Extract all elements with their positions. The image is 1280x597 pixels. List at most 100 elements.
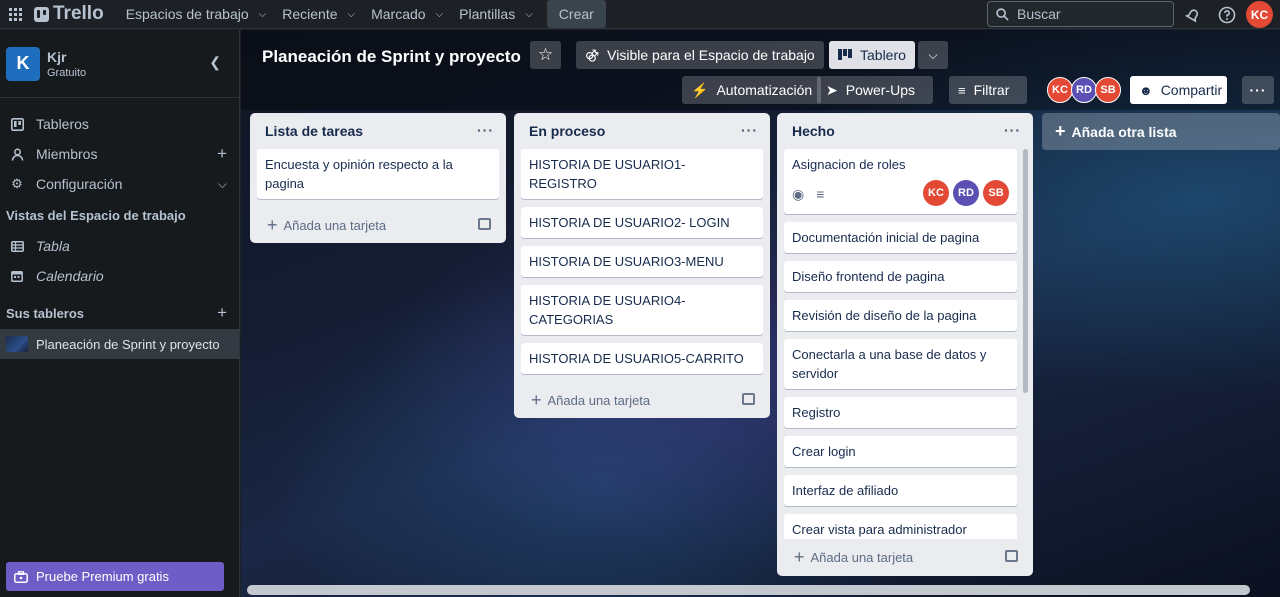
collapse-sidebar-icon[interactable]: ❮ bbox=[209, 54, 221, 71]
card-template-icon[interactable] bbox=[742, 393, 755, 405]
card-template-icon[interactable] bbox=[1005, 550, 1018, 562]
share-label: Compartir bbox=[1160, 82, 1223, 98]
add-card-button[interactable]: + Añada una tarjeta bbox=[250, 207, 506, 243]
card[interactable]: Conectarla a una base de datos y servido… bbox=[784, 339, 1017, 389]
card[interactable]: HISTORIA DE USUARIO2- LOGIN bbox=[521, 207, 763, 238]
sidebar: K Kjr Gratuito ❮ Tableros Miembros + ⚙ C… bbox=[0, 30, 240, 597]
board-title[interactable]: Planeación de Sprint y proyecto bbox=[262, 47, 521, 67]
visibility-button[interactable]: ⚣ Visible para el Espacio de trabajo bbox=[576, 41, 824, 69]
card[interactable]: Documentación inicial de pagina bbox=[784, 222, 1017, 253]
filter-icon: ≡ bbox=[958, 82, 966, 98]
menu-recent[interactable]: Reciente ⌵ bbox=[274, 0, 363, 29]
member-avatar[interactable]: KC bbox=[1047, 77, 1073, 103]
card[interactable]: Asignacion de roles ◉ ≡ KC RD SB bbox=[784, 149, 1017, 214]
powerups-label: Power-Ups bbox=[845, 82, 915, 98]
filter-label: Filtrar bbox=[973, 82, 1010, 98]
list-title[interactable]: Hecho bbox=[792, 123, 835, 139]
card[interactable]: HISTORIA DE USUARIO5-CARRITO bbox=[521, 343, 763, 374]
card[interactable]: Revisión de diseño de la pagina bbox=[784, 300, 1017, 331]
list-done: Hecho ··· Asignacion de roles ◉ ≡ KC RD … bbox=[777, 113, 1033, 576]
search-icon bbox=[996, 7, 1009, 21]
more-icon: ··· bbox=[1249, 82, 1267, 98]
card-title: Asignacion de roles bbox=[792, 157, 906, 172]
member-avatar[interactable]: SB bbox=[1095, 77, 1121, 103]
card[interactable]: HISTORIA DE USUARIO3-MENU bbox=[521, 246, 763, 277]
list-menu-icon[interactable]: ··· bbox=[741, 122, 758, 138]
app-switcher-icon[interactable] bbox=[2, 0, 28, 29]
list-todo: Lista de tareas ··· Encuesta y opinión r… bbox=[250, 113, 506, 243]
logo-text: Trello bbox=[53, 3, 104, 24]
your-boards-header: Sus tableros + bbox=[0, 297, 239, 329]
filter-button[interactable]: ≡ Filtrar bbox=[949, 76, 1027, 104]
view-switcher-button[interactable]: ⌵ bbox=[918, 41, 948, 69]
share-button[interactable]: ☻ Compartir bbox=[1130, 76, 1227, 104]
chevron-down-icon[interactable]: ⌵ bbox=[218, 177, 227, 192]
gear-icon: ⚙ bbox=[11, 176, 23, 191]
card[interactable]: Diseño frontend de pagina bbox=[784, 261, 1017, 292]
menu-label: Espacios de trabajo bbox=[125, 6, 249, 22]
list-menu-icon[interactable]: ··· bbox=[1004, 122, 1021, 138]
menu-workspaces[interactable]: Espacios de trabajo ⌵ bbox=[118, 0, 275, 29]
list-in-progress: En proceso ··· HISTORIA DE USUARIO1- REG… bbox=[514, 113, 770, 418]
card[interactable]: Crear login bbox=[784, 436, 1017, 467]
add-card-button[interactable]: + Añada una tarjeta bbox=[777, 539, 1033, 575]
sidebar-item-boards[interactable]: Tableros bbox=[0, 109, 239, 139]
help-icon[interactable] bbox=[1216, 4, 1238, 26]
powerups-button[interactable]: ➤ Power-Ups bbox=[817, 76, 933, 104]
menu-templates[interactable]: Plantillas ⌵ bbox=[451, 0, 541, 29]
star-board-button[interactable]: ☆ bbox=[530, 41, 561, 69]
sidebar-item-settings[interactable]: ⚙ Configuración ⌵ bbox=[0, 169, 239, 199]
add-board-icon[interactable]: + bbox=[217, 303, 227, 323]
sidebar-item-members[interactable]: Miembros + bbox=[0, 139, 239, 169]
list-scrollbar[interactable] bbox=[1023, 149, 1028, 393]
trello-logo[interactable]: Trello bbox=[34, 3, 104, 25]
board-header: Planeación de Sprint y proyecto ☆ ⚣ Visi… bbox=[241, 30, 1280, 110]
people-icon: ⚣ bbox=[585, 47, 600, 62]
calendar-icon bbox=[10, 269, 24, 283]
notifications-icon[interactable] bbox=[1182, 4, 1204, 26]
card[interactable]: HISTORIA DE USUARIO4-CATEGORIAS bbox=[521, 285, 763, 335]
board-view-button[interactable]: Tablero bbox=[829, 41, 915, 69]
sidebar-board-label: Planeación de Sprint y proyecto bbox=[36, 336, 220, 352]
create-button[interactable]: Crear bbox=[546, 0, 606, 28]
workspace-plan: Gratuito bbox=[47, 66, 87, 79]
list-header[interactable]: Lista de tareas ··· bbox=[250, 113, 506, 149]
list-title[interactable]: En proceso bbox=[529, 123, 605, 139]
add-card-button[interactable]: + Añada una tarjeta bbox=[514, 382, 770, 418]
chevron-down-icon: ⌵ bbox=[928, 47, 938, 62]
card-template-icon[interactable] bbox=[478, 218, 491, 230]
add-list-button[interactable]: + Añada otra lista bbox=[1042, 113, 1280, 150]
sidebar-item-calendar[interactable]: Calendario bbox=[0, 261, 239, 291]
add-card-label: Añada una tarjeta bbox=[810, 549, 914, 565]
list-title[interactable]: Lista de tareas bbox=[265, 123, 363, 139]
chevron-down-icon: ⌵ bbox=[435, 8, 444, 20]
star-icon: ☆ bbox=[537, 45, 554, 64]
try-premium-button[interactable]: Pruebe Premium gratis bbox=[6, 562, 224, 591]
board-view-icon bbox=[838, 47, 852, 63]
trello-logo-icon bbox=[34, 6, 49, 22]
board-menu-button[interactable]: ··· bbox=[1242, 76, 1274, 104]
automation-button[interactable]: ⚡ Automatización bbox=[682, 76, 822, 104]
search-input[interactable]: Buscar bbox=[987, 1, 1174, 27]
list-menu-icon[interactable]: ··· bbox=[477, 122, 494, 138]
menu-starred[interactable]: Marcado ⌵ bbox=[363, 0, 451, 29]
add-member-icon[interactable]: + bbox=[217, 144, 227, 164]
sidebar-board-item[interactable]: Planeación de Sprint y proyecto bbox=[0, 329, 239, 359]
workspace-name[interactable]: Kjr bbox=[47, 49, 86, 65]
workspace-header: K Kjr Gratuito ❮ bbox=[0, 30, 239, 98]
premium-label: Pruebe Premium gratis bbox=[36, 569, 169, 584]
card[interactable]: HISTORIA DE USUARIO1- REGISTRO bbox=[521, 149, 763, 199]
board-horizontal-scrollbar[interactable] bbox=[247, 585, 1250, 595]
card[interactable]: Crear vista para administrador bbox=[784, 514, 1017, 539]
list-header[interactable]: Hecho ··· bbox=[777, 113, 1033, 149]
member-avatar[interactable]: RD bbox=[1071, 77, 1097, 103]
list-header[interactable]: En proceso ··· bbox=[514, 113, 770, 149]
sidebar-item-table[interactable]: Tabla bbox=[0, 231, 239, 261]
user-avatar[interactable]: KC bbox=[1246, 1, 1273, 28]
sidebar-item-label: Calendario bbox=[36, 268, 104, 284]
card[interactable]: Encuesta y opinión respecto a la pagina bbox=[257, 149, 499, 199]
card[interactable]: Interfaz de afiliado bbox=[784, 475, 1017, 506]
your-boards-label: Sus tableros bbox=[6, 305, 85, 321]
card[interactable]: Registro bbox=[784, 397, 1017, 428]
card-member-avatar: RD bbox=[953, 180, 979, 206]
